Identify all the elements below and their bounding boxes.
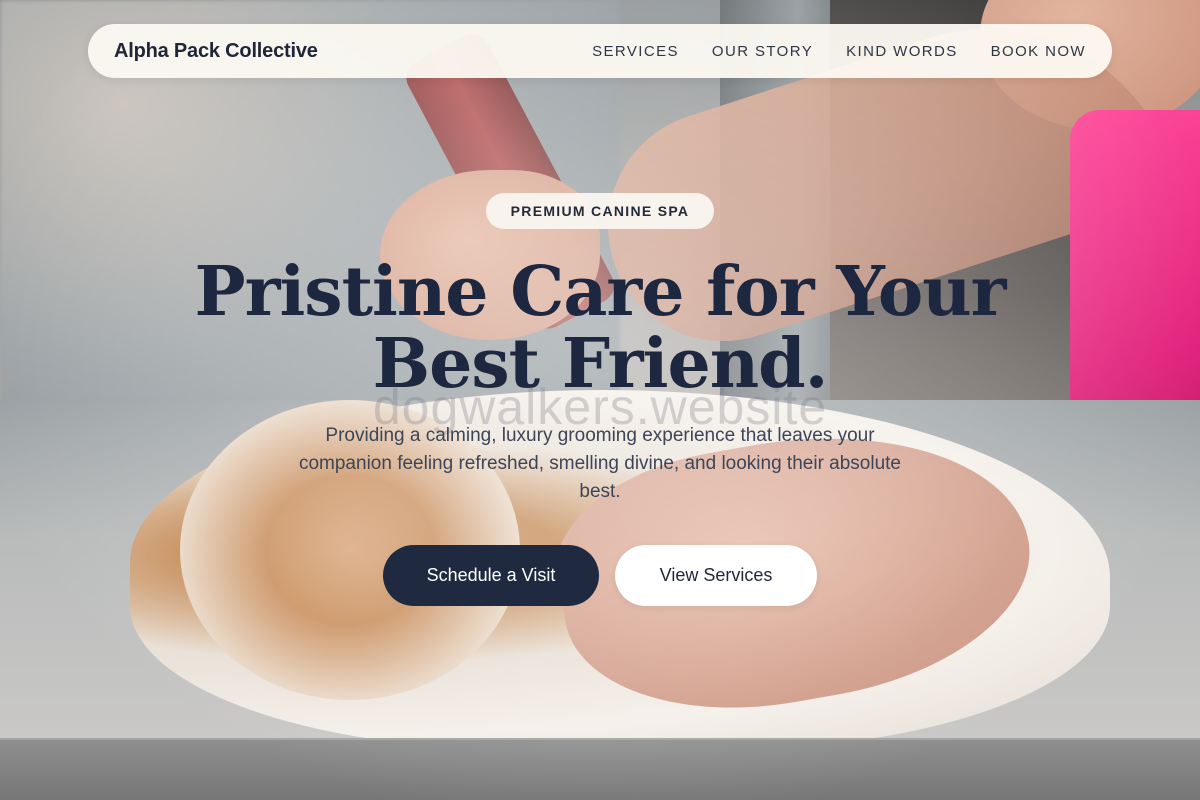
hero-subtitle: Providing a calming, luxury grooming exp…	[298, 425, 902, 502]
premium-badge: PREMIUM CANINE SPA	[486, 193, 714, 229]
nav-link-our-story[interactable]: OUR STORY	[712, 43, 813, 60]
brand-logo-text[interactable]: Alpha Pack Collective	[114, 40, 318, 63]
view-services-button[interactable]: View Services	[615, 545, 817, 606]
nav-link-book-now[interactable]: BOOK NOW	[991, 43, 1086, 60]
top-nav: Alpha Pack Collective SERVICES OUR STORY…	[88, 24, 1112, 78]
groomer-pink-apron	[1070, 110, 1200, 530]
nav-links: SERVICES OUR STORY KIND WORDS BOOK NOW	[592, 43, 1086, 60]
nav-link-services[interactable]: SERVICES	[592, 43, 679, 60]
counter-edge	[0, 738, 1200, 800]
nav-link-kind-words[interactable]: KIND WORDS	[846, 43, 958, 60]
schedule-visit-button[interactable]: Schedule a Visit	[383, 545, 599, 606]
hero-section: Alpha Pack Collective SERVICES OUR STORY…	[0, 0, 1200, 800]
